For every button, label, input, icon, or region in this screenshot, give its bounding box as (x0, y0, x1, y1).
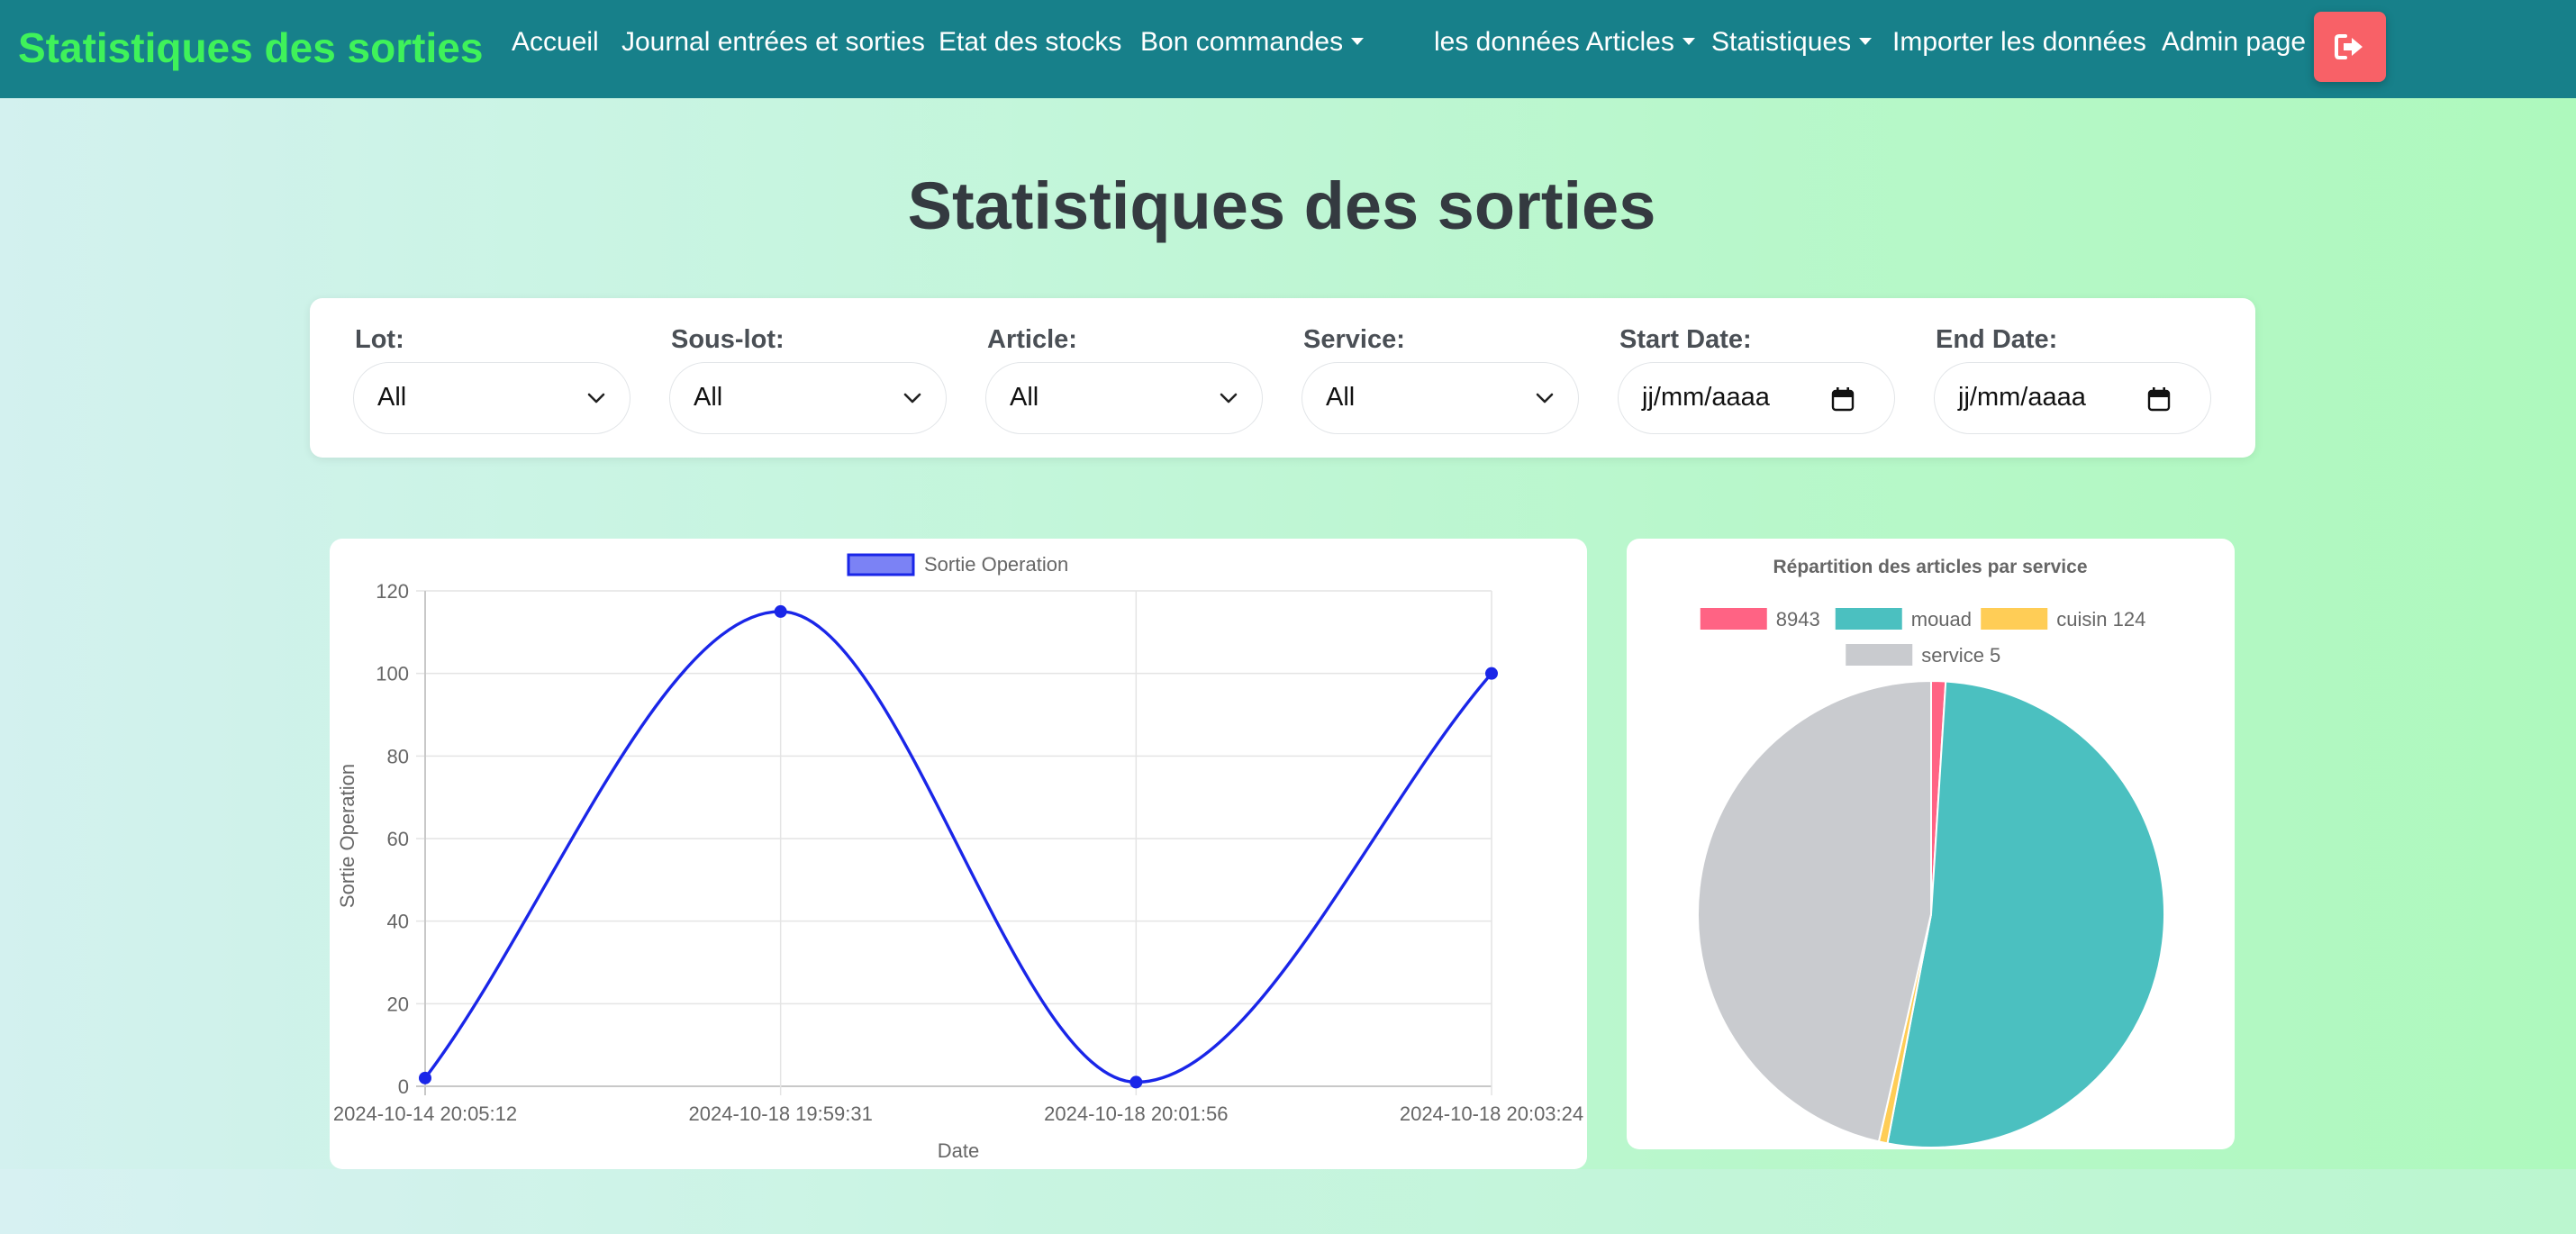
data-point[interactable] (1485, 667, 1498, 680)
chevron-down-icon (587, 393, 605, 404)
filter-sous-lot-label: Sous-lot: (671, 325, 785, 354)
filter-end-date-label: End Date: (1936, 325, 2058, 354)
y-tick-label: 20 (387, 993, 409, 1015)
legend-label-sortie-operation: Sortie Operation (924, 553, 1068, 576)
navbar: Statistiques des sorties Accueil Journal… (0, 0, 2576, 98)
service-select-value: All (1326, 383, 1356, 412)
x-tick-label: 2024-10-18 19:59:31 (689, 1102, 873, 1125)
legend-label: 8943 (1776, 608, 1820, 631)
caret-down-icon (1682, 38, 1695, 45)
lot-select[interactable]: All (353, 362, 630, 434)
nav-statistiques-dropdown[interactable]: Statistiques (1711, 27, 1873, 58)
legend-label: service 5 (1921, 644, 2000, 667)
start-date-input[interactable]: jj/mm/aaaa (1618, 362, 1895, 434)
filter-article: Article: All (985, 325, 1263, 434)
x-tick-label: 2024-10-18 20:01:56 (1044, 1102, 1228, 1125)
lot-select-value: All (377, 383, 407, 412)
legend-label: mouad (1911, 608, 1972, 631)
caret-down-icon (1859, 38, 1873, 45)
x-tick-label: 2024-10-14 20:05:12 (333, 1102, 517, 1125)
filter-lot: Lot: All (353, 325, 630, 434)
caret-down-icon (1351, 38, 1365, 45)
legend-swatch[interactable] (1981, 608, 2048, 630)
line-chart: 0 20 40 60 80 100 120 2024-10-14 20:05:12 2024-1… (333, 553, 1583, 1162)
y-tick-label: 0 (398, 1075, 409, 1098)
filter-service: Service: All (1302, 325, 1579, 434)
sous-lot-select-value: All (694, 383, 723, 412)
legend-swatch[interactable] (1846, 644, 1913, 666)
calendar-icon (1831, 387, 1855, 412)
data-point[interactable] (774, 604, 787, 618)
legend-swatch[interactable] (1700, 608, 1767, 630)
y-tick-label: 100 (376, 663, 409, 685)
filter-lot-label: Lot: (355, 325, 404, 354)
end-date-input[interactable]: jj/mm/aaaa (1934, 362, 2211, 434)
legend-swatch-sortie-operation[interactable] (847, 553, 915, 576)
nav-journal-label: Journal entrées et sorties (621, 27, 925, 57)
nav-accueil[interactable]: Accueil (512, 27, 599, 58)
page-title: Statistiques des sorties (907, 168, 1656, 243)
filter-start-date-label: Start Date: (1619, 325, 1752, 354)
nav-bon-commandes-dropdown[interactable]: Bon commandes (1140, 27, 1365, 58)
line-chart-card: 0 20 40 60 80 100 120 2024-10-14 20:05:12 2024-1… (330, 539, 1587, 1169)
nav-journal[interactable]: Journal entrées et sorties (621, 27, 925, 58)
filter-sous-lot: Sous-lot: All (669, 325, 947, 434)
nav-admin-label: Admin page (2162, 27, 2307, 57)
x-tick-label: 2024-10-18 20:03:24 (1400, 1102, 1583, 1125)
chevron-down-icon (903, 393, 921, 404)
y-tick-label: 60 (387, 828, 409, 850)
chevron-down-icon (1536, 393, 1554, 404)
pie-chart: Répartition des articles par service 894… (1697, 557, 2165, 1148)
series-line-sortie-operation (423, 610, 1493, 1084)
pie-chart-title: Répartition des articles par service (1773, 557, 2088, 577)
filter-start-date: Start Date: jj/mm/aaaa (1618, 325, 1895, 434)
data-point[interactable] (419, 1071, 431, 1084)
data-point[interactable] (1129, 1075, 1143, 1089)
pie-chart-card: Répartition des articles par service 894… (1627, 539, 2235, 1149)
logout-button[interactable] (2314, 12, 2386, 82)
brand-title[interactable]: Statistiques des sorties (18, 23, 483, 72)
nav-admin-page[interactable]: Admin page (2162, 27, 2306, 58)
article-select[interactable]: All (985, 362, 1263, 434)
nav-etat-stocks-label: Etat des stocks (939, 27, 1122, 57)
article-select-value: All (1010, 383, 1039, 412)
end-date-value: jj/mm/aaaa (1958, 383, 2086, 412)
nav-donnees-articles-label: les données Articles (1434, 27, 1674, 57)
page-footer-band (0, 1169, 2576, 1234)
chevron-down-icon (1220, 393, 1238, 404)
legend-label: cuisin 124 (2056, 608, 2145, 631)
nav-importer-label: Importer les données (1892, 27, 2146, 57)
filter-end-date: End Date: jj/mm/aaaa (1934, 325, 2211, 434)
service-select[interactable]: All (1302, 362, 1579, 434)
nav-importer-donnees[interactable]: Importer les données (1892, 27, 2146, 58)
start-date-value: jj/mm/aaaa (1642, 383, 1770, 412)
nav-accueil-label: Accueil (512, 27, 599, 57)
filter-service-label: Service: (1303, 325, 1405, 354)
y-tick-label: 120 (376, 580, 409, 603)
nav-statistiques-label: Statistiques (1711, 27, 1852, 57)
y-tick-label: 40 (387, 911, 409, 933)
x-axis-label: Date (938, 1139, 979, 1162)
sign-out-icon (2335, 34, 2363, 59)
filter-panel: Lot: All Sous-lot: All Article: All Serv… (310, 298, 2255, 458)
nav-bon-commandes-label: Bon commandes (1140, 27, 1344, 57)
y-tick-label: 80 (387, 745, 409, 767)
sous-lot-select[interactable]: All (669, 362, 947, 434)
legend-swatch[interactable] (1835, 608, 1902, 630)
calendar-icon (2147, 387, 2171, 412)
filter-article-label: Article: (987, 325, 1077, 354)
nav-etat-stocks[interactable]: Etat des stocks (939, 27, 1121, 58)
nav-donnees-articles-dropdown[interactable]: les données Articles (1434, 27, 1695, 58)
y-axis-label: Sortie Operation (336, 764, 358, 908)
